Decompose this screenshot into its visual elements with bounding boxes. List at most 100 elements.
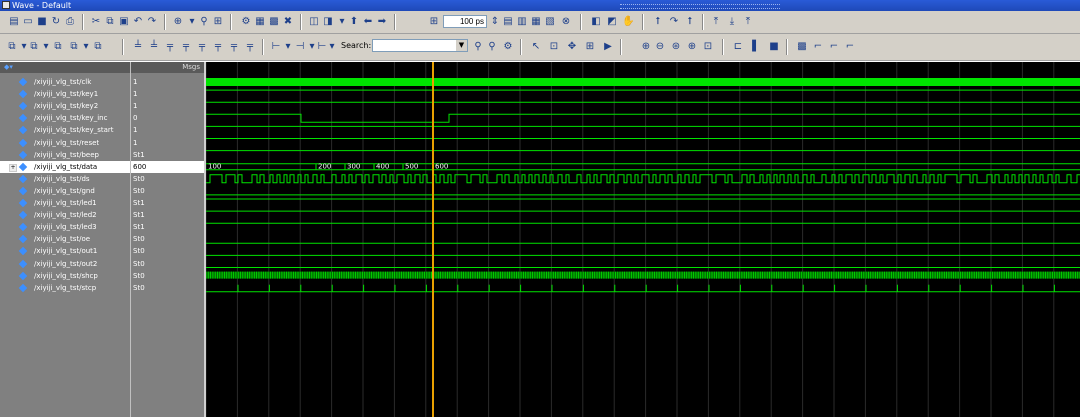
toolbar-separator: [122, 39, 124, 55]
zoom-mode-icon[interactable]: ⊡: [548, 41, 560, 53]
play-mode-icon[interactable]: ▶: [602, 41, 614, 53]
wave-add-icon[interactable]: ◨: [322, 16, 334, 28]
simulate-icon[interactable]: ▩: [268, 16, 280, 28]
edge-last-icon[interactable]: ╤: [228, 41, 240, 53]
dropdown-arrow-icon[interactable]: ▾: [282, 41, 294, 53]
edge-falling-icon[interactable]: ╧: [148, 41, 160, 53]
titlebar-grip[interactable]: [620, 4, 780, 9]
edge-any-icon[interactable]: ╤: [164, 41, 176, 53]
edge-first-icon[interactable]: ╤: [212, 41, 224, 53]
step-out-icon[interactable]: ⭡: [684, 16, 696, 28]
wave-color-icon[interactable]: ■: [768, 41, 780, 53]
run-icon[interactable]: ▤: [502, 16, 514, 28]
wave-format-icon[interactable]: ⊏: [732, 41, 744, 53]
wave-pattern-icon[interactable]: ▩: [796, 41, 808, 53]
zoom-full-icon[interactable]: ⊛: [670, 41, 682, 53]
search-dropdown-icon[interactable]: ▼: [456, 40, 467, 51]
combine-icon[interactable]: ⧉: [92, 41, 104, 53]
cut-icon[interactable]: ✂: [90, 16, 102, 28]
zoom-out-icon[interactable]: ⊖: [654, 41, 666, 53]
step-into-icon[interactable]: ⤒: [710, 16, 722, 28]
step-over-icon[interactable]: ↷: [668, 16, 680, 28]
edge-all-icon[interactable]: ╤: [244, 41, 256, 53]
signal-name: /xiyiji_vlg_tst/data: [34, 162, 98, 171]
select-mode-icon[interactable]: ↖: [530, 41, 542, 53]
signal-diamond-icon: [18, 114, 28, 123]
stop-icon[interactable]: ⊗: [560, 16, 572, 28]
compile-all-icon[interactable]: ▦: [254, 16, 266, 28]
waveform-pane[interactable]: 100 200 300 400 500 600: [206, 62, 1080, 417]
zoom-in-icon[interactable]: ⊕: [640, 41, 652, 53]
window-titlebar: Wave - Default: [0, 0, 1080, 11]
signal-value: 1: [133, 90, 138, 99]
group-icon[interactable]: ⧉: [68, 41, 80, 53]
zoom-range-icon[interactable]: ⊡: [702, 41, 714, 53]
signal-diamond-icon: [18, 126, 28, 135]
binoculars-icon[interactable]: ⚲: [198, 16, 210, 28]
break-run-icon[interactable]: ▧: [544, 16, 556, 28]
step-icon[interactable]: ⭡: [652, 16, 664, 28]
step-up-icon[interactable]: ⬆: [348, 16, 360, 28]
dropdown-arrow-icon[interactable]: ▾: [80, 41, 92, 53]
open-folder-icon[interactable]: ▭: [22, 16, 34, 28]
values-header: Msgs: [131, 62, 204, 73]
edge-next-icon[interactable]: ╤: [180, 41, 192, 53]
wave-tree-icon[interactable]: ◆▾: [4, 64, 16, 71]
app-icon: [2, 1, 10, 9]
dropdown-arrow-icon[interactable]: ▾: [326, 41, 338, 53]
redo-icon[interactable]: ↷: [146, 16, 158, 28]
paste-icon[interactable]: ▣: [118, 16, 130, 28]
run-length-input[interactable]: [443, 15, 487, 28]
signal-name: /xiyiji_vlg_tst/out2: [34, 259, 98, 268]
compile-icon[interactable]: ⚙: [240, 16, 252, 28]
step-back-icon[interactable]: ⬅: [362, 16, 374, 28]
performance-icon[interactable]: ◩: [606, 16, 618, 28]
wave-group-icon[interactable]: ◫: [308, 16, 320, 28]
copy-icon[interactable]: ⧉: [104, 16, 116, 28]
continue-icon[interactable]: ▥: [516, 16, 528, 28]
new-file-icon[interactable]: ▤: [8, 16, 20, 28]
dropdown-arrow-icon[interactable]: ▾: [336, 16, 348, 28]
signal-value: 1: [133, 126, 138, 135]
signal-high-icon[interactable]: ⌐: [828, 41, 840, 53]
cursor-add-icon[interactable]: ⊢: [270, 41, 282, 53]
restart-icon[interactable]: ◧: [590, 16, 602, 28]
step-forward-icon[interactable]: ➡: [376, 16, 388, 28]
search-input[interactable]: [372, 39, 468, 52]
expand-icon[interactable]: +: [9, 163, 17, 172]
wave-height-icon[interactable]: ▌: [750, 41, 762, 53]
run-all-icon[interactable]: ▦: [530, 16, 542, 28]
format-icon[interactable]: ⊞: [212, 16, 224, 28]
zoom-cursor-icon[interactable]: ⊕: [686, 41, 698, 53]
print-icon[interactable]: ⎙: [64, 16, 76, 28]
dropdown-arrow-icon[interactable]: ▾: [40, 41, 52, 53]
edge-prev-icon[interactable]: ╤: [196, 41, 208, 53]
run-length-icon[interactable]: ⊞: [428, 16, 440, 28]
insert-icon[interactable]: ⧉: [52, 41, 64, 53]
signal-diamond-icon: [18, 210, 28, 220]
signal-row[interactable]: + /xiyiji_vlg_tst/data: [0, 160, 130, 173]
add-wave-icon[interactable]: ⧉: [6, 41, 18, 53]
step-current-icon[interactable]: ⤓: [726, 16, 738, 28]
search-forward-icon[interactable]: ⚲: [472, 41, 484, 53]
spinner-icon[interactable]: ⇕: [489, 16, 501, 28]
break-icon[interactable]: ✖: [282, 16, 294, 28]
pan-mode-icon[interactable]: ✥: [566, 41, 578, 53]
edit-mode-icon[interactable]: ⊞: [584, 41, 596, 53]
step-back-current-icon[interactable]: ⤒: [742, 16, 754, 28]
search-options-icon[interactable]: ⚙: [502, 41, 514, 53]
save-icon[interactable]: ■: [36, 16, 48, 28]
cursor-delete-icon[interactable]: ⊣: [294, 41, 306, 53]
signal-edge-icon[interactable]: ⌐: [844, 41, 856, 53]
hand-icon[interactable]: ✋: [622, 16, 634, 28]
signal-low-icon[interactable]: ⌐: [812, 41, 824, 53]
find-icon[interactable]: ⊕: [172, 16, 184, 28]
waveform-canvas[interactable]: 100 200 300 400 500 600: [206, 62, 1080, 417]
add-divider-icon[interactable]: ⧉: [28, 41, 40, 53]
search-back-icon[interactable]: ⚲: [486, 41, 498, 53]
edge-rising-icon[interactable]: ╧: [132, 41, 144, 53]
signal-name: /xiyiji_vlg_tst/out1: [34, 247, 98, 256]
dropdown-arrow-icon[interactable]: ▾: [186, 16, 198, 28]
reload-icon[interactable]: ↻: [50, 16, 62, 28]
undo-icon[interactable]: ↶: [132, 16, 144, 28]
